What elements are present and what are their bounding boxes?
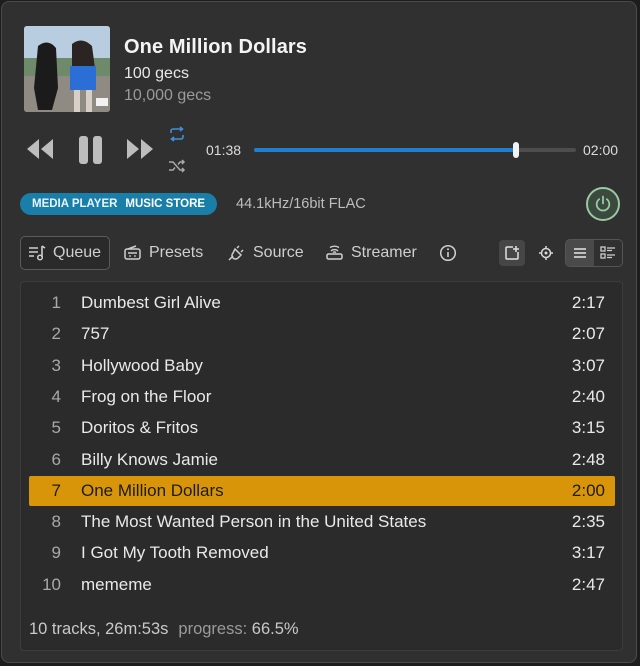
track-number: 1 xyxy=(51,293,61,312)
tab-presets-label: Presets xyxy=(149,244,204,261)
target-icon xyxy=(539,246,553,260)
repeat-button[interactable] xyxy=(168,126,186,147)
table-row[interactable]: 8 The Most Wanted Person in the United St… xyxy=(29,507,615,537)
track-name: Frog on the Floor xyxy=(81,386,212,406)
queue-progress-value: 66.5% xyxy=(251,620,299,638)
table-row-current[interactable]: 7 One Million Dollars 2:00 xyxy=(29,475,615,506)
plug-icon xyxy=(228,245,244,261)
track-duration: 3:17 xyxy=(571,543,605,563)
track-title: One Million Dollars xyxy=(124,36,308,58)
track-number: 10 xyxy=(42,574,61,594)
table-row[interactable]: 2 757 2:07 xyxy=(29,319,615,349)
total-time: 02:00 xyxy=(583,142,619,158)
detail-view-button[interactable] xyxy=(594,240,622,266)
track-number: 8 xyxy=(51,512,61,532)
track-album[interactable]: 10,000 gecs xyxy=(124,87,211,105)
shuffle-icon xyxy=(169,159,186,173)
track-name: One Million Dollars xyxy=(81,480,224,500)
track-artist[interactable]: 100 gecs xyxy=(124,65,189,83)
queue-totals: 10 tracks, 26m:53s xyxy=(29,620,169,638)
track-duration: 2:48 xyxy=(571,449,605,469)
queue-list: 1 Dumbest Girl Alive 2:17 2 757 2:07 3 Hollywoo… xyxy=(20,281,623,651)
rewind-icon xyxy=(27,139,53,159)
shuffle-button[interactable] xyxy=(168,158,186,179)
tab-streamer[interactable]: Streamer xyxy=(326,236,417,270)
table-row[interactable]: 1 Dumbest Girl Alive 2:17 xyxy=(29,288,615,318)
track-name: Dumbest Girl Alive xyxy=(81,293,221,312)
previous-button[interactable] xyxy=(26,137,54,166)
queue-progress-label: progress: xyxy=(178,620,248,638)
power-button[interactable] xyxy=(586,187,620,221)
add-square-icon xyxy=(505,246,519,260)
track-name: Hollywood Baby xyxy=(81,355,203,375)
detail-list-icon xyxy=(600,246,615,259)
audio-format: 44.1kHz/16bit FLAC xyxy=(236,196,366,212)
media-player-window: One Million Dollars 100 gecs 10,000 gecs… xyxy=(1,1,637,663)
track-number: 4 xyxy=(51,386,61,406)
track-name: Billy Knows Jamie xyxy=(81,449,218,469)
tab-queue-label: Queue xyxy=(53,244,102,261)
queue-summary: 10 tracks, 26m:53s progress: 66.5% xyxy=(29,620,299,639)
source-pill[interactable]: MEDIA PLAYER MUSIC STORE xyxy=(20,193,218,215)
track-duration: 2:07 xyxy=(571,324,605,344)
add-to-queue-button[interactable] xyxy=(499,240,525,266)
table-row[interactable]: 6 Billy Knows Jamie 2:48 xyxy=(29,445,615,475)
list-view-button[interactable] xyxy=(566,240,594,266)
track-duration: 3:07 xyxy=(571,355,605,375)
track-name: The Most Wanted Person in the United Sta… xyxy=(81,512,427,532)
tab-streamer-label: Streamer xyxy=(351,244,417,261)
info-icon xyxy=(439,244,457,262)
track-duration: 2:17 xyxy=(571,293,605,312)
seek-bar-fill xyxy=(254,148,517,152)
table-row[interactable]: 3 Hollywood Baby 3:07 xyxy=(29,351,615,381)
repeat-icon xyxy=(170,126,184,142)
table-row[interactable]: 5 Doritos & Fritos 3:15 xyxy=(29,413,615,443)
track-number: 6 xyxy=(51,449,61,469)
table-row[interactable]: 10 mememe 2:47 xyxy=(29,570,615,600)
table-row[interactable]: 4 Frog on the Floor 2:40 xyxy=(29,382,615,412)
track-duration: 2:40 xyxy=(571,386,605,406)
table-row[interactable]: 9 I Got My Tooth Removed 3:17 xyxy=(29,538,615,568)
track-duration: 2:35 xyxy=(571,512,605,532)
view-toggle xyxy=(565,239,623,267)
track-duration: 3:15 xyxy=(571,418,605,438)
queue-icon xyxy=(29,245,46,261)
track-duration: 2:47 xyxy=(571,574,605,594)
track-name: mememe xyxy=(81,574,152,594)
seek-bar-handle[interactable] xyxy=(513,142,520,158)
album-art xyxy=(24,26,110,112)
track-number: 3 xyxy=(51,355,61,375)
tab-presets[interactable]: Presets xyxy=(124,236,203,270)
track-number: 7 xyxy=(51,480,61,500)
track-number: 9 xyxy=(51,543,61,563)
tab-source-label: Source xyxy=(253,244,304,261)
pause-icon xyxy=(79,136,102,164)
track-number: 2 xyxy=(51,324,61,344)
tab-source[interactable]: Source xyxy=(228,236,304,270)
list-icon xyxy=(574,248,586,258)
track-duration: 2:00 xyxy=(571,480,605,500)
tab-queue[interactable]: Queue xyxy=(20,236,111,270)
track-name: 757 xyxy=(81,324,110,344)
next-button[interactable] xyxy=(126,137,154,166)
media-player-label[interactable]: MEDIA PLAYER xyxy=(32,198,117,210)
fast-forward-icon xyxy=(127,139,153,159)
seek-bar[interactable] xyxy=(254,142,576,158)
power-icon xyxy=(595,195,611,212)
elapsed-time: 01:38 xyxy=(206,142,242,158)
radio-icon xyxy=(124,245,141,260)
track-number: 5 xyxy=(51,418,61,438)
locate-current-button[interactable] xyxy=(533,240,559,266)
track-name: I Got My Tooth Removed xyxy=(81,543,269,563)
music-store-label[interactable]: MUSIC STORE xyxy=(125,198,205,210)
info-button[interactable] xyxy=(439,236,464,270)
router-icon xyxy=(326,245,343,260)
pause-button[interactable] xyxy=(78,135,104,170)
track-name: Doritos & Fritos xyxy=(81,418,199,438)
